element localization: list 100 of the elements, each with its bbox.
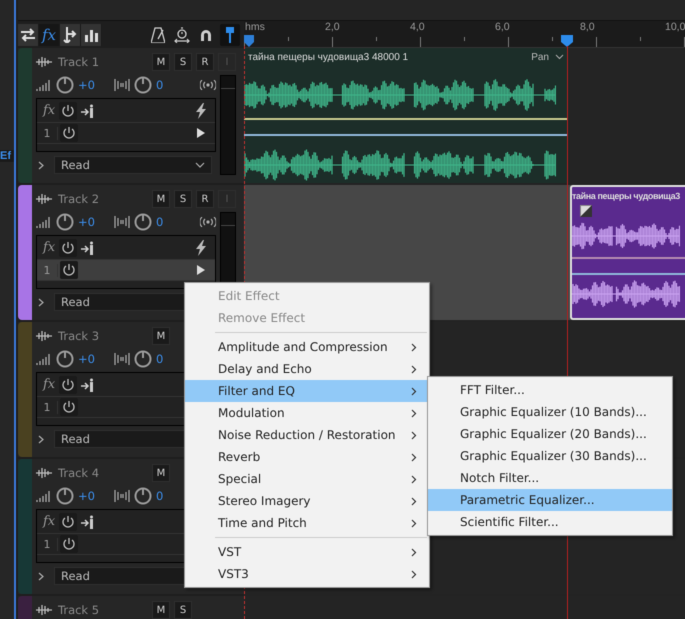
expand-chevron-icon[interactable] — [38, 572, 44, 580]
ruler-label: 8,0 — [580, 21, 596, 33]
panel-tab[interactable]: Ef — [0, 150, 14, 162]
menu-item[interactable]: Graphic Equalizer (10 Bands)... — [428, 401, 672, 423]
track-toggle-button[interactable]: M — [152, 53, 170, 71]
menu-item[interactable]: Graphic Equalizer (20 Bands)... — [428, 423, 672, 445]
power-button[interactable] — [59, 376, 78, 394]
input-icon[interactable] — [81, 514, 96, 528]
track-name[interactable]: Track 1 — [58, 55, 146, 69]
track-toggle-button[interactable]: M — [152, 327, 170, 345]
volume-knob[interactable] — [56, 213, 74, 231]
menu-item[interactable]: Time and Pitch — [185, 512, 429, 534]
volume-icon — [36, 490, 52, 502]
input-icon[interactable] — [81, 240, 96, 254]
menu-item[interactable]: Amplitude and Compression — [185, 336, 429, 358]
volume-knob[interactable] — [56, 487, 74, 505]
menu-item[interactable]: Delay and Echo — [185, 358, 429, 380]
volume-icon — [36, 79, 52, 91]
track-toggle-button[interactable]: M — [152, 190, 170, 208]
ruler-label: 6,0 — [495, 21, 511, 33]
time-ruler[interactable]: hms 2,0 4,0 6,0 8,0 10,0 — [244, 21, 685, 48]
effects-label: fx — [43, 377, 56, 392]
swap-arrows-icon[interactable] — [18, 24, 39, 46]
volume-value[interactable]: +0 — [78, 215, 100, 229]
power-button[interactable] — [59, 512, 78, 530]
track-name[interactable]: Track 3 — [58, 329, 146, 343]
track-toggle-button[interactable]: S — [174, 601, 192, 619]
menu-item[interactable]: FFT Filter... — [428, 379, 672, 401]
track-name[interactable]: Track 5 — [58, 603, 146, 617]
volume-icon — [36, 353, 52, 365]
menu-item[interactable]: Reverb — [185, 446, 429, 468]
volume-knob[interactable] — [56, 76, 74, 94]
pan-knob[interactable] — [134, 76, 152, 94]
pan-knob[interactable] — [134, 213, 152, 231]
play-triangle-icon[interactable] — [197, 128, 205, 138]
power-button[interactable] — [60, 535, 78, 553]
pan-value[interactable]: 0 — [156, 489, 178, 503]
menu-item[interactable]: Filter and EQ — [185, 380, 429, 402]
expand-chevron-icon[interactable] — [38, 298, 44, 306]
audio-clip[interactable]: тайна пещеры чудовища3 48000 1 Pan — [244, 48, 568, 183]
waveform-icon — [36, 57, 52, 67]
ruler-label: 10,0 — [665, 21, 685, 33]
track-toggle-button[interactable]: M — [152, 601, 170, 619]
input-icon[interactable] — [81, 378, 96, 392]
pan-icon — [114, 490, 130, 502]
bar-chart-icon[interactable] — [81, 24, 102, 46]
effect-slot[interactable]: 1 — [37, 259, 215, 280]
track-toggle-button[interactable]: S — [174, 190, 192, 208]
track-toggle-button[interactable]: R — [196, 53, 214, 71]
expand-chevron-icon[interactable] — [38, 160, 44, 170]
caret-icon — [195, 162, 205, 168]
input-icon[interactable] — [81, 104, 96, 118]
pan-icon — [114, 353, 130, 365]
ruler-label: 2,0 — [325, 21, 341, 33]
pin-icon[interactable] — [220, 24, 240, 46]
pan-value[interactable]: 0 — [156, 215, 178, 229]
fade-handle-icon[interactable] — [580, 205, 592, 217]
waveform-icon — [36, 194, 52, 204]
menu-item[interactable]: Parametric Equalizer... — [428, 489, 672, 511]
track-toggle-button[interactable]: R — [196, 190, 214, 208]
volume-value[interactable]: +0 — [78, 78, 100, 92]
expand-chevron-icon[interactable] — [38, 434, 44, 444]
lightning-icon[interactable] — [195, 102, 207, 118]
menu-item[interactable]: Stereo Imagery — [185, 490, 429, 512]
pan-value[interactable]: 0 — [156, 352, 178, 366]
clip-name: тайна пещеры чудовища3 48000 1 — [248, 52, 410, 62]
menu-item[interactable]: Special — [185, 468, 429, 490]
effect-slot[interactable]: 1 — [37, 122, 215, 143]
volume-value[interactable]: +0 — [78, 352, 100, 366]
pan-value[interactable]: 0 — [156, 78, 178, 92]
power-button[interactable] — [60, 124, 78, 142]
menu-item[interactable]: Scientific Filter... — [428, 511, 672, 533]
waveform-icon — [36, 331, 52, 341]
power-button[interactable] — [59, 102, 78, 120]
pan-label[interactable]: Pan — [531, 52, 549, 62]
power-button[interactable] — [59, 238, 78, 256]
power-button[interactable] — [60, 398, 78, 416]
automation-mode-dropdown[interactable]: Read — [54, 156, 212, 174]
menu-item[interactable]: Notch Filter... — [428, 467, 672, 489]
pan-icon — [114, 216, 130, 228]
menu-item[interactable]: Graphic Equalizer (30 Bands)... — [428, 445, 672, 467]
track-toggle-button[interactable]: M — [152, 464, 170, 482]
volume-knob[interactable] — [56, 350, 74, 368]
track-toggle-button[interactable]: S — [174, 53, 192, 71]
pan-knob[interactable] — [134, 350, 152, 368]
broadcast-icon — [200, 80, 216, 90]
audio-clip[interactable]: тайна пещеры чудовища3 — [570, 185, 685, 320]
ruler-label: 4,0 — [410, 21, 426, 33]
volume-value[interactable]: +0 — [78, 489, 100, 503]
effects-rack-view-button[interactable]: fx — [39, 24, 60, 46]
caret-icon[interactable] — [555, 54, 564, 60]
track-name[interactable]: Track 2 — [58, 192, 146, 206]
effects-label: fx — [43, 514, 56, 529]
effects-label: fx — [43, 103, 56, 118]
track-name[interactable]: Track 4 — [58, 466, 146, 480]
clip-name: тайна пещеры чудовища3 — [572, 191, 681, 201]
pan-knob[interactable] — [134, 487, 152, 505]
power-button[interactable] — [60, 261, 78, 279]
play-triangle-icon[interactable] — [197, 265, 205, 275]
lightning-icon[interactable] — [195, 240, 207, 256]
